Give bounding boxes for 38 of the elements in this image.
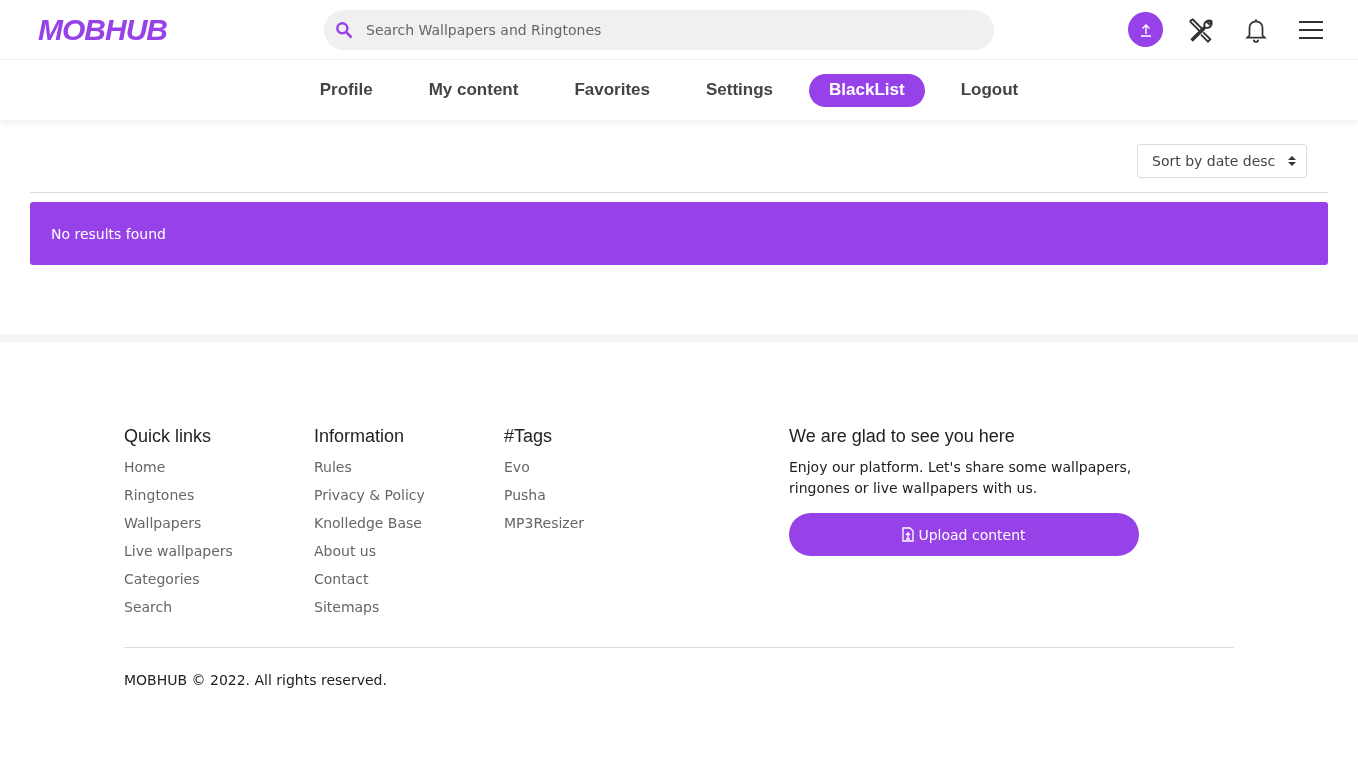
promo-text: Enjoy our platform. Let's share some wallpapers, ringones or live wallpapers with us. bbox=[789, 458, 1133, 498]
nav-tab[interactable]: BlackList bbox=[809, 73, 925, 107]
footer-link[interactable]: Rules bbox=[314, 458, 504, 477]
nav-tab[interactable]: Logout bbox=[940, 73, 1039, 107]
footer-link[interactable]: Contact bbox=[314, 570, 504, 589]
search-icon bbox=[334, 19, 354, 40]
logo[interactable]: MOBHUB bbox=[38, 12, 324, 47]
footer-heading: Quick links bbox=[124, 426, 213, 447]
footer-link[interactable]: Search bbox=[124, 598, 314, 617]
sort-select[interactable]: Sort by date desc bbox=[1137, 144, 1307, 178]
upload-button[interactable] bbox=[1128, 12, 1163, 47]
nav-tab[interactable]: Profile bbox=[299, 73, 393, 107]
upload-content-button[interactable]: Upload content bbox=[789, 513, 1139, 556]
search-input[interactable]: Search Wallpapers and Ringtones bbox=[364, 20, 984, 39]
search-bar[interactable]: Search Wallpapers and Ringtones bbox=[324, 9, 994, 50]
footer-link[interactable]: Home bbox=[124, 458, 314, 477]
nav-tab[interactable]: My content bbox=[408, 73, 539, 107]
footer-link[interactable]: Knolledge Base bbox=[314, 514, 504, 533]
sort-caret-icon bbox=[1288, 155, 1296, 167]
nav-tab[interactable]: Settings bbox=[686, 73, 794, 107]
footer-link[interactable]: Wallpapers bbox=[124, 514, 314, 533]
footer-link[interactable]: Ringtones bbox=[124, 486, 314, 505]
footer-link[interactable]: Sitemaps bbox=[314, 598, 504, 617]
footer-link[interactable]: MP3Resizer bbox=[504, 514, 694, 533]
nav-tab[interactable]: Favorites bbox=[554, 73, 670, 107]
footer-link[interactable]: Privacy & Policy bbox=[314, 486, 504, 505]
no-results-alert: No results found bbox=[30, 202, 1328, 265]
promo-heading: We are glad to see you here bbox=[789, 426, 1016, 447]
file-upload-icon bbox=[902, 527, 915, 542]
copyright: MOBHUB © 2022. All rights reserved. bbox=[124, 647, 1234, 688]
footer-link[interactable]: Live wallpapers bbox=[124, 542, 314, 561]
footer-heading: #Tags bbox=[504, 426, 554, 447]
footer-link[interactable]: About us bbox=[314, 542, 504, 561]
footer-link[interactable]: Evo bbox=[504, 458, 694, 477]
footer-heading: Information bbox=[314, 426, 406, 447]
footer-link[interactable]: Categories bbox=[124, 570, 314, 589]
menu-icon bbox=[1297, 18, 1324, 41]
footer-link[interactable]: Pusha bbox=[504, 486, 694, 505]
